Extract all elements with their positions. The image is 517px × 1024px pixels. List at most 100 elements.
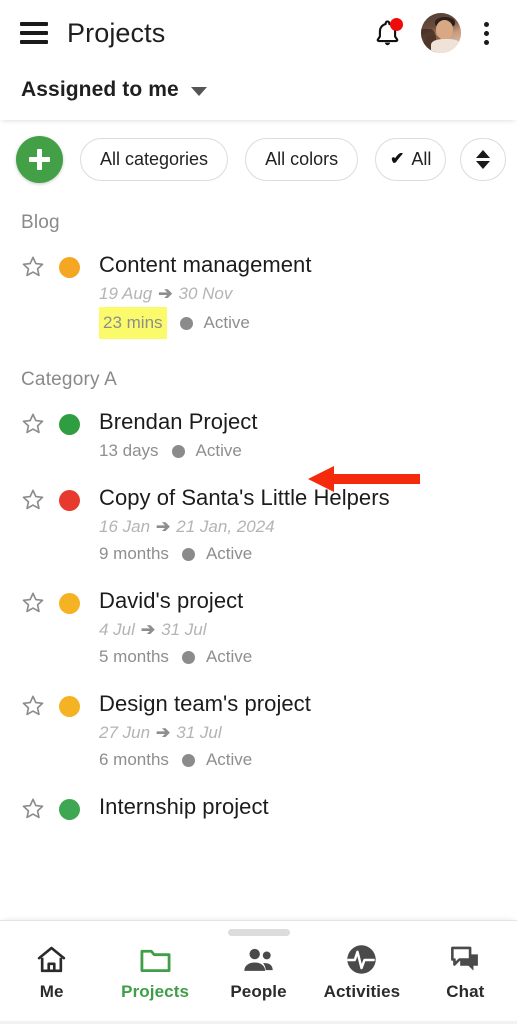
project-details: David's project 4 Jul ➔ 31 Jul 5 months … (99, 586, 497, 671)
arrow-right-icon: ➔ (156, 719, 170, 746)
status-dot-icon (172, 445, 185, 458)
project-name: Design team's project (99, 689, 497, 719)
hamburger-bar (20, 22, 48, 26)
notifications-button[interactable] (370, 16, 404, 50)
date-start: 16 Jan (99, 513, 150, 540)
sort-arrow-up (476, 150, 490, 158)
sort-arrow-down (476, 161, 490, 169)
star-icon[interactable] (20, 254, 46, 280)
list-item[interactable]: Design team's project 27 Jun ➔ 31 Jul 6 … (0, 685, 517, 788)
date-start: 4 Jul (99, 616, 135, 643)
project-name: Copy of Santa's Little Helpers (99, 483, 497, 513)
nav-item-activities[interactable]: Activities (310, 943, 413, 1002)
project-dates: 27 Jun ➔ 31 Jul (99, 719, 497, 746)
nav-item-me[interactable]: Me (0, 943, 103, 1002)
date-start: 27 Jun (99, 719, 150, 746)
status-dot-icon (182, 754, 195, 767)
project-details: Design team's project 27 Jun ➔ 31 Jul 6 … (99, 689, 497, 774)
status-badge: Active (204, 309, 250, 337)
date-end: 30 Nov (179, 280, 233, 307)
arrow-right-icon: ➔ (141, 616, 155, 643)
project-details: Content management 19 Aug ➔ 30 Nov 23 mi… (99, 250, 497, 339)
date-end: 21 Jan, 2024 (176, 513, 274, 540)
star-icon[interactable] (20, 487, 46, 513)
project-details: Copy of Santa's Little Helpers 16 Jan ➔ … (99, 483, 497, 568)
list-item[interactable]: David's project 4 Jul ➔ 31 Jul 5 months … (0, 582, 517, 685)
star-icon[interactable] (20, 693, 46, 719)
star-icon[interactable] (20, 796, 46, 822)
app-header: Projects (0, 0, 517, 120)
add-project-button[interactable] (16, 136, 63, 183)
assigned-filter-dropdown[interactable]: Assigned to me (0, 66, 517, 120)
arrow-right-icon: ➔ (156, 513, 170, 540)
group-header-category-a: Category A (0, 353, 517, 403)
activity-pulse-icon (346, 943, 377, 976)
status-badge: Active (206, 746, 252, 774)
list-item[interactable]: Brendan Project 13 days Active (0, 403, 517, 479)
assigned-filter-label: Assigned to me (21, 78, 179, 102)
kebab-dot (484, 31, 489, 36)
chip-label: All (411, 149, 431, 170)
project-details: Brendan Project 13 days Active (99, 407, 497, 465)
project-color-dot (59, 696, 80, 717)
chip-all-categories[interactable]: All categories (80, 138, 228, 181)
hamburger-bar (20, 31, 48, 35)
kebab-dot (484, 22, 489, 27)
status-dot-icon (182, 548, 195, 561)
nav-item-people[interactable]: People (207, 943, 310, 1002)
chip-label: All categories (100, 149, 208, 170)
status-badge: Active (206, 540, 252, 568)
project-duration: 23 mins (99, 307, 167, 339)
project-dates: 16 Jan ➔ 21 Jan, 2024 (99, 513, 497, 540)
hamburger-icon[interactable] (20, 22, 48, 44)
home-icon (36, 943, 67, 976)
nav-label-me: Me (40, 982, 64, 1002)
chip-sort[interactable] (460, 138, 506, 181)
date-end: 31 Jul (176, 719, 221, 746)
project-meta: 5 months Active (99, 643, 497, 671)
project-meta: 6 months Active (99, 746, 497, 774)
project-name: Brendan Project (99, 407, 497, 437)
avatar[interactable] (421, 13, 461, 53)
project-color-dot (59, 414, 80, 435)
date-end: 31 Jul (161, 616, 206, 643)
nav-item-chat[interactable]: Chat (414, 943, 517, 1002)
project-color-dot (59, 257, 80, 278)
project-color-dot (59, 593, 80, 614)
filter-toolbar: All categories All colors ✔ All (0, 120, 517, 198)
kebab-dot (484, 40, 489, 45)
drag-handle[interactable] (228, 929, 290, 936)
date-start: 19 Aug (99, 280, 152, 307)
status-badge: Active (206, 643, 252, 671)
nav-label-people: People (230, 982, 286, 1002)
list-item[interactable]: Copy of Santa's Little Helpers 16 Jan ➔ … (0, 479, 517, 582)
project-name: Internship project (99, 792, 497, 822)
notification-badge (390, 18, 403, 31)
app-screen: Projects (0, 0, 517, 1024)
project-duration: 9 months (99, 540, 169, 568)
list-item[interactable]: Internship project (0, 788, 517, 836)
project-list[interactable]: Blog Content management 19 Aug ➔ 30 Nov … (0, 198, 517, 920)
header-top-row: Projects (0, 0, 517, 66)
chevron-down-icon (191, 87, 207, 96)
bottom-navigation: Me Projects People (0, 920, 517, 1024)
project-dates: 19 Aug ➔ 30 Nov (99, 280, 497, 307)
sort-updown-icon (476, 150, 490, 169)
star-icon[interactable] (20, 411, 46, 437)
project-name: David's project (99, 586, 497, 616)
group-header-blog: Blog (0, 198, 517, 246)
project-meta: 13 days Active (99, 437, 497, 465)
chip-all-colors[interactable]: All colors (245, 138, 358, 181)
people-icon (242, 943, 275, 976)
project-meta: 9 months Active (99, 540, 497, 568)
nav-label-activities: Activities (324, 982, 401, 1002)
list-item[interactable]: Content management 19 Aug ➔ 30 Nov 23 mi… (0, 246, 517, 353)
chat-bubbles-icon (450, 943, 481, 976)
chip-all-status[interactable]: ✔ All (375, 138, 446, 181)
star-icon[interactable] (20, 590, 46, 616)
project-color-dot (59, 799, 80, 820)
kebab-menu-icon[interactable] (473, 16, 499, 50)
nav-item-projects[interactable]: Projects (103, 943, 206, 1002)
nav-label-projects: Projects (121, 982, 189, 1002)
hamburger-bar (20, 40, 48, 44)
